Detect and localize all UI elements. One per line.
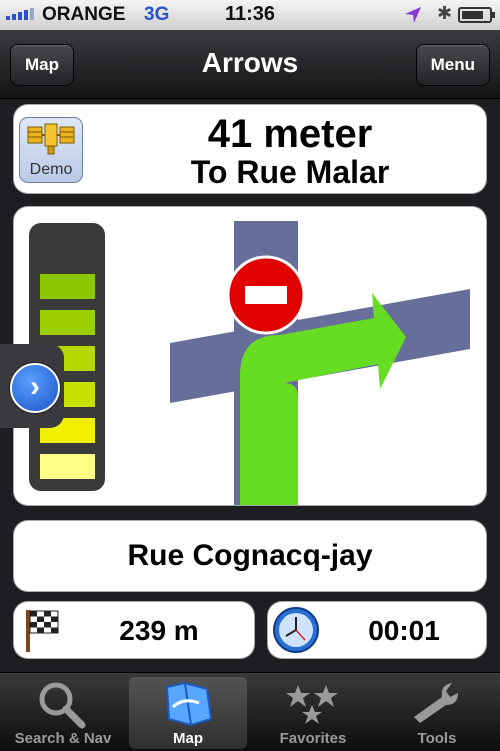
tab-tools[interactable]: Tools	[378, 677, 496, 749]
wrench-icon	[414, 683, 458, 723]
stars-icon	[286, 685, 338, 724]
navigation-bar: Map Arrows Menu	[0, 30, 500, 99]
remaining-time-panel: 00:01	[268, 602, 486, 658]
demo-gps-button[interactable]: Demo	[19, 117, 83, 183]
battery-icon	[458, 7, 495, 23]
menu-button[interactable]: Menu	[415, 44, 490, 86]
side-panel-toggle[interactable]: ›	[0, 344, 64, 428]
chevron-right-icon: ›	[10, 363, 60, 413]
tab-map[interactable]: Map	[129, 677, 247, 749]
tab-label: Tools	[417, 730, 457, 747]
current-street-panel: Rue Cognacq-jay	[14, 521, 486, 591]
satellite-icon	[27, 123, 75, 155]
remaining-time: 00:01	[368, 615, 440, 646]
tab-bar: Search & Nav Map Favorites Tools	[0, 672, 500, 751]
location-services-icon	[405, 7, 421, 23]
bluetooth-icon: ✱	[437, 3, 453, 23]
demo-label: Demo	[29, 161, 73, 178]
remaining-distance-panel: 239 m	[14, 602, 254, 658]
distance-to-turn: 41 meter	[207, 112, 373, 156]
checkered-flag-icon	[26, 610, 59, 652]
map-icon	[165, 681, 213, 727]
remaining-distance: 239 m	[119, 615, 199, 646]
tab-search-nav[interactable]: Search & Nav	[4, 677, 122, 749]
tab-label: Favorites	[279, 730, 347, 747]
turn-arrow-panel	[14, 207, 486, 505]
clock-icon	[273, 607, 319, 653]
current-street: Rue Cognacq-jay	[127, 539, 373, 572]
magnifier-icon	[39, 682, 86, 729]
turn-right-diagram	[170, 221, 470, 505]
status-bar: ORANGE 3G 11:36 ✱	[0, 0, 500, 30]
next-street: To Rue Malar	[190, 154, 390, 190]
tab-label: Search & Nav	[14, 730, 112, 747]
clock: 11:36	[224, 3, 276, 25]
tab-favorites[interactable]: Favorites	[254, 677, 372, 749]
tab-label: Map	[173, 730, 203, 747]
next-instruction-panel: Demo 41 meter To Rue Malar	[14, 105, 486, 193]
